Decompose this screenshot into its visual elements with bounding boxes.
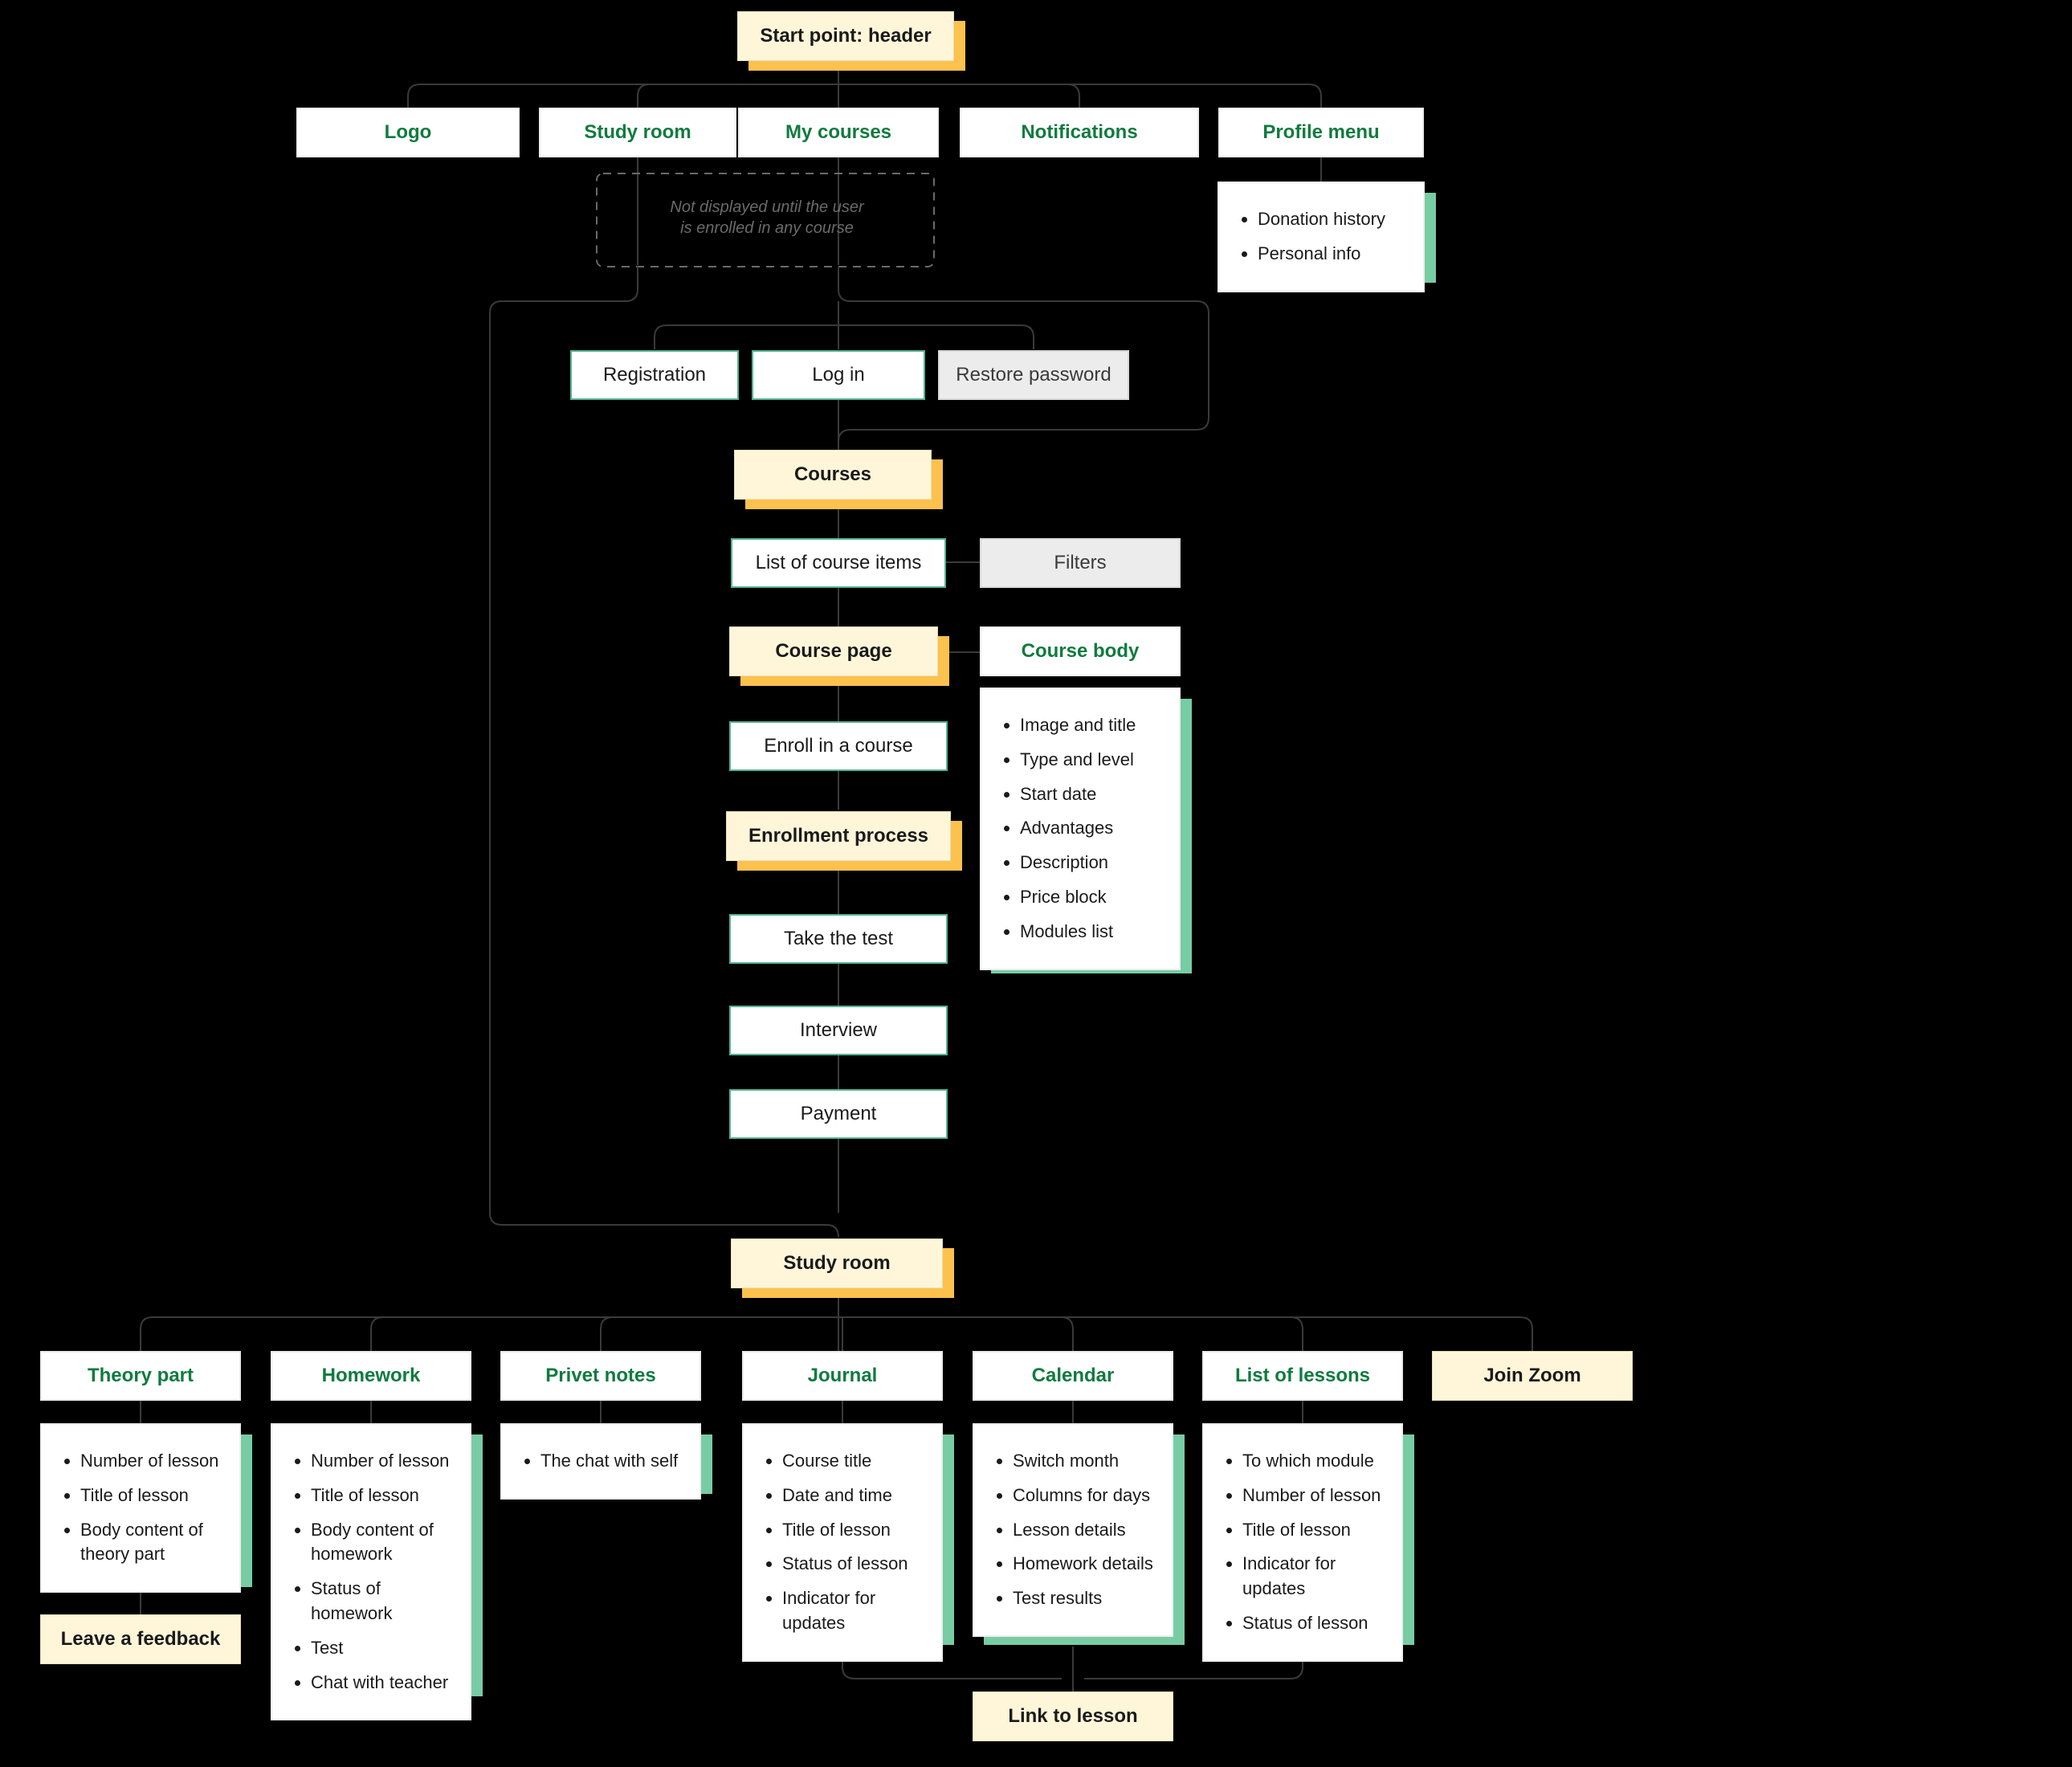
list-item: Title of lesson: [311, 1483, 452, 1508]
head-lessons: List of lessons: [1202, 1351, 1403, 1401]
node-leave-feedback: Leave a feedback: [40, 1614, 241, 1664]
list-item: Title of lesson: [1242, 1518, 1384, 1543]
panel-course-body: Image and title Type and level Start date A…: [980, 688, 1181, 970]
list-item: Start date: [1020, 782, 1161, 807]
list-item: Status of lesson: [1242, 1611, 1384, 1636]
node-course-page: Course page: [729, 626, 938, 676]
list-item: Date and time: [782, 1483, 924, 1508]
list-item: Test: [311, 1636, 452, 1661]
list-item: Advantages: [1020, 816, 1161, 841]
panel-notes: The chat with self: [500, 1423, 701, 1500]
head-journal: Journal: [742, 1351, 943, 1401]
panel-lessons: To which module Number of lesson Title of …: [1202, 1423, 1403, 1662]
list-item: Price block: [1020, 885, 1161, 910]
list-item: Personal info: [1258, 242, 1405, 267]
list-item: The chat with self: [540, 1449, 682, 1474]
list-item: Type and level: [1020, 748, 1161, 773]
list-item: Homework details: [1013, 1552, 1154, 1577]
head-theory: Theory part: [40, 1351, 241, 1401]
node-my-courses: My courses: [738, 108, 939, 157]
node-start: Start point: header: [737, 11, 954, 61]
list-item: Body content of homework: [311, 1518, 452, 1568]
node-study-room-nav: Study room: [539, 108, 736, 157]
list-item: Course title: [782, 1449, 924, 1474]
node-study-room: Study room: [731, 1239, 943, 1288]
head-notes: Privet notes: [500, 1351, 701, 1401]
list-item: Indicator for updates: [782, 1586, 924, 1636]
panel-journal: Course title Date and time Title of lesson…: [742, 1423, 943, 1662]
list-item: Donation history: [1258, 207, 1405, 232]
list-item: Image and title: [1020, 713, 1161, 738]
node-logo: Logo: [296, 108, 520, 157]
panel-calendar: Switch month Columns for days Lesson detai…: [973, 1423, 1173, 1637]
list-item: Status of lesson: [782, 1552, 924, 1577]
list-item: Status of homework: [311, 1577, 452, 1626]
node-login: Log in: [752, 350, 925, 400]
list-item: Chat with teacher: [311, 1671, 452, 1696]
head-calendar: Calendar: [973, 1351, 1173, 1401]
panel-theory: Number of lesson Title of lesson Body cont…: [40, 1423, 241, 1593]
panel-profile-items: Donation history Personal info: [1218, 182, 1425, 292]
list-item: Switch month: [1013, 1449, 1154, 1474]
node-course-body-head: Course body: [980, 626, 1181, 676]
list-item: Test results: [1013, 1586, 1154, 1611]
node-notifications: Notifications: [960, 108, 1199, 157]
list-item: Modules list: [1020, 920, 1161, 945]
node-filters: Filters: [980, 538, 1181, 588]
node-courses: Courses: [734, 450, 932, 500]
node-take-test: Take the test: [729, 914, 948, 964]
list-item: Number of lesson: [1242, 1483, 1384, 1508]
note-not-enrolled: Not displayed until the user is enrolled…: [618, 190, 916, 246]
node-join-zoom: Join Zoom: [1432, 1351, 1633, 1401]
node-list-courses: List of course items: [731, 538, 946, 588]
node-profile-menu: Profile menu: [1218, 108, 1424, 157]
list-item: Lesson details: [1013, 1518, 1154, 1543]
node-restore-password: Restore password: [938, 350, 1129, 400]
node-enrollment-process: Enrollment process: [726, 811, 951, 861]
head-homework: Homework: [271, 1351, 471, 1401]
list-item: To which module: [1242, 1449, 1384, 1474]
node-interview: Interview: [729, 1006, 948, 1055]
node-payment: Payment: [729, 1089, 948, 1139]
node-enroll: Enroll in a course: [729, 721, 948, 771]
node-link-lesson: Link to lesson: [973, 1692, 1173, 1741]
list-item: Title of lesson: [80, 1483, 222, 1508]
list-item: Number of lesson: [311, 1449, 452, 1474]
panel-homework: Number of lesson Title of lesson Body cont…: [271, 1423, 471, 1720]
node-registration: Registration: [570, 350, 739, 400]
list-item: Description: [1020, 851, 1161, 875]
list-item: Columns for days: [1013, 1483, 1154, 1508]
list-item: Indicator for updates: [1242, 1552, 1384, 1602]
list-item: Number of lesson: [80, 1449, 222, 1474]
list-item: Title of lesson: [782, 1518, 924, 1543]
list-item: Body content of theory part: [80, 1518, 222, 1568]
